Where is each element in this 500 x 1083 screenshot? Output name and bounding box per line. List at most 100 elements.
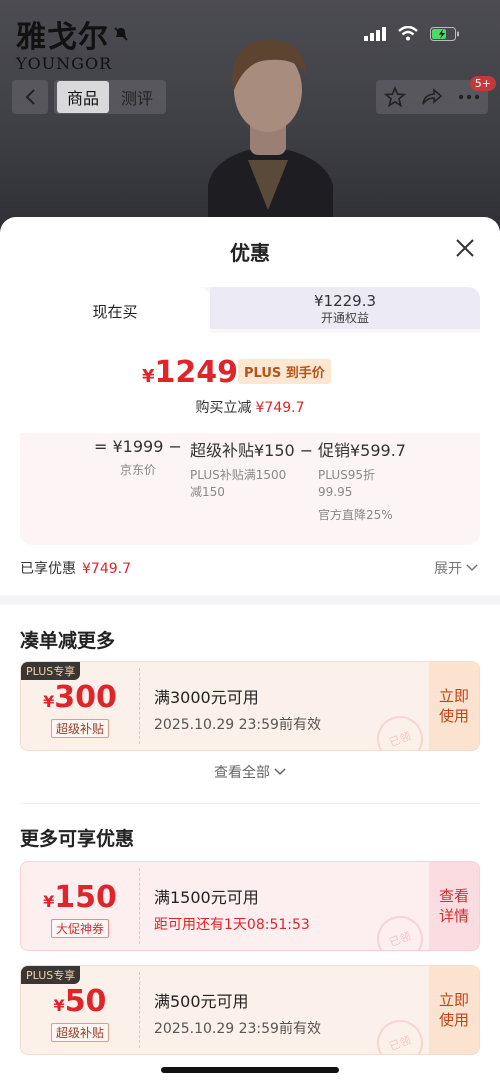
coupon-type-label: 超级补贴 bbox=[50, 1023, 110, 1042]
reduction-value: ¥749.7 bbox=[255, 400, 305, 416]
coupon-card: ¥ 150 大促神券 满1500元可用 距可用还有1天08:51:53 已领 查… bbox=[20, 861, 480, 951]
share-icon[interactable] bbox=[421, 87, 443, 107]
claimed-stamp: 已领 bbox=[370, 1013, 430, 1054]
coupon-separator bbox=[139, 868, 140, 944]
plus-exclusive-tag: PLUS专享 bbox=[21, 966, 81, 984]
price-currency: ¥ bbox=[142, 366, 155, 387]
formula-main: 促销¥599.7 bbox=[318, 441, 406, 460]
header-tab-switch: 商品 测评 bbox=[54, 80, 167, 114]
coupon-card: PLUS专享 ¥ 300 超级补贴 满3000元可用 2025.10.29 23… bbox=[20, 661, 480, 751]
brand-name-en: YOUNGOR bbox=[16, 54, 113, 73]
section-divider bbox=[0, 595, 500, 605]
signal-icon bbox=[364, 26, 386, 41]
section-title-more-offers: 更多可享优惠 bbox=[20, 828, 135, 850]
coupon-condition: 满3000元可用 bbox=[154, 688, 259, 707]
coupon-validity: 2025.10.29 23:59前有效 bbox=[154, 1021, 321, 1037]
coupon-amount-number: 50 bbox=[64, 984, 107, 1019]
button-text-line1: 立即 bbox=[438, 991, 469, 1009]
plus-final-price-tag: PLUS 到手价 bbox=[238, 359, 331, 384]
enjoyed-discount: 已享优惠 ¥749.7 bbox=[20, 558, 131, 578]
coupon-amount-number: 150 bbox=[54, 880, 117, 915]
formula-sub: PLUS95折 bbox=[318, 468, 375, 482]
price-breakdown-card: ¥1229.3 开通权益 现在买 ¥ 1249 .3 PLUS 到手价 购买立减… bbox=[20, 287, 480, 545]
coupon-amount: ¥ 50 bbox=[21, 984, 139, 1019]
formula-sub: 99.95 bbox=[318, 485, 353, 499]
coupon-value-block: PLUS专享 ¥ 50 超级补贴 bbox=[21, 966, 139, 1054]
coupon-currency: ¥ bbox=[43, 692, 55, 711]
coupon-condition: 满500元可用 bbox=[154, 992, 249, 1011]
price-integer: 1249 bbox=[154, 355, 239, 390]
formula-main: = ¥1999 − bbox=[94, 437, 182, 456]
final-price-block: ¥ 1249 .3 PLUS 到手价 购买立减¥749.7 bbox=[20, 333, 480, 433]
claimed-stamp: 已领 bbox=[370, 709, 430, 750]
plus-exclusive-tag: PLUS专享 bbox=[21, 662, 81, 680]
view-details-button[interactable]: 查看 详情 bbox=[429, 862, 479, 950]
battery-charging-icon bbox=[430, 26, 459, 41]
button-text-line2: 使用 bbox=[438, 707, 469, 725]
wifi-icon bbox=[398, 26, 418, 41]
tab-product[interactable]: 商品 bbox=[57, 81, 110, 113]
coupon-type-label: 大促神券 bbox=[50, 919, 110, 938]
sheet-title: 优惠 bbox=[230, 241, 270, 265]
coupon-amount-number: 300 bbox=[54, 680, 117, 715]
claimed-stamp: 已领 bbox=[370, 909, 430, 950]
model-photo bbox=[208, 40, 333, 230]
coupon-amount: ¥ 300 bbox=[21, 680, 139, 715]
enjoyed-label: 已享优惠 bbox=[20, 561, 76, 577]
coupon-type-label: 超级补贴 bbox=[50, 719, 110, 738]
status-bar-icons bbox=[364, 26, 460, 41]
price-formula: = ¥1999 − 京东价 超级补贴¥150 − PLUS补贴满1500 减15… bbox=[20, 437, 480, 545]
formula-sub: 减150 bbox=[190, 485, 225, 499]
button-text-line1: 查看 bbox=[438, 887, 469, 905]
formula-main: 超级补贴¥150 − bbox=[190, 441, 314, 460]
reduction-label: 购买立减 bbox=[195, 400, 252, 416]
button-text-line2: 详情 bbox=[438, 907, 469, 925]
formula-sub: 京东价 bbox=[120, 463, 157, 477]
coupon-currency: ¥ bbox=[53, 996, 65, 1015]
section-title-more-reduction: 凑单减更多 bbox=[20, 630, 116, 652]
tab-plus-membership[interactable]: ¥1229.3 开通权益 bbox=[210, 287, 480, 329]
formula-sub: 官方直降25% bbox=[318, 508, 393, 522]
coupon-value-block: ¥ 150 大促神券 bbox=[21, 862, 139, 950]
plus-price: ¥1229.3 bbox=[313, 292, 377, 310]
message-badge: 5+ bbox=[469, 76, 496, 91]
coupon-condition: 满1500元可用 bbox=[154, 888, 259, 907]
product-header-backdrop: 雅戈尔 YOUNGOR 商品 测评 5+ bbox=[0, 0, 500, 230]
coupon-separator bbox=[139, 668, 140, 744]
mute-bell-icon bbox=[114, 27, 128, 41]
view-all-label: 查看全部 bbox=[214, 765, 270, 781]
coupon-validity: 2025.10.29 23:59前有效 bbox=[154, 717, 321, 733]
chevron-left-icon bbox=[25, 89, 35, 105]
chevron-down-icon bbox=[274, 768, 286, 776]
use-now-button[interactable]: 立即 使用 bbox=[429, 662, 479, 750]
coupon-currency: ¥ bbox=[43, 892, 55, 911]
discount-sheet: 优惠 ¥1229.3 开通权益 现在买 ¥ 1249 .3 PLUS 到手价 购… bbox=[0, 217, 500, 1083]
expand-button[interactable]: 展开 bbox=[434, 558, 478, 578]
expand-label: 展开 bbox=[434, 561, 462, 577]
back-button[interactable] bbox=[12, 80, 48, 114]
tab-review[interactable]: 测评 bbox=[111, 81, 163, 113]
formula-list-price: = ¥1999 − 京东价 bbox=[94, 437, 182, 479]
formula-sub: PLUS补贴满1500 bbox=[190, 468, 287, 482]
more-icon[interactable] bbox=[458, 94, 480, 100]
home-indicator[interactable] bbox=[161, 1067, 339, 1073]
coupon-countdown: 距可用还有1天08:51:53 bbox=[154, 917, 310, 933]
button-text-line1: 立即 bbox=[438, 687, 469, 705]
star-icon[interactable] bbox=[383, 86, 406, 108]
coupon-value-block: PLUS专享 ¥ 300 超级补贴 bbox=[21, 662, 139, 750]
brand-logo: 雅戈尔 YOUNGOR bbox=[16, 12, 129, 73]
formula-promotion: 促销¥599.7 PLUS95折 99.95 官方直降25% bbox=[318, 437, 406, 524]
close-icon[interactable] bbox=[452, 235, 478, 261]
chevron-down-icon bbox=[466, 564, 478, 572]
formula-subsidy: 超级补贴¥150 − PLUS补贴满1500 减150 bbox=[190, 437, 313, 501]
view-all-button[interactable]: 查看全部 bbox=[0, 762, 500, 782]
use-now-button[interactable]: 立即 使用 bbox=[429, 966, 479, 1054]
button-text-line2: 使用 bbox=[438, 1011, 469, 1029]
instant-reduction: 购买立减 ¥749.7 bbox=[20, 397, 480, 417]
divider bbox=[20, 803, 480, 804]
coupon-card: PLUS专享 ¥ 50 超级补贴 满500元可用 2025.10.29 23:5… bbox=[20, 965, 480, 1055]
tab-buy-now[interactable]: 现在买 bbox=[20, 287, 210, 335]
coupon-separator bbox=[139, 972, 140, 1048]
coupon-amount: ¥ 150 bbox=[21, 880, 139, 915]
brand-name-cn: 雅戈尔 bbox=[16, 20, 109, 55]
